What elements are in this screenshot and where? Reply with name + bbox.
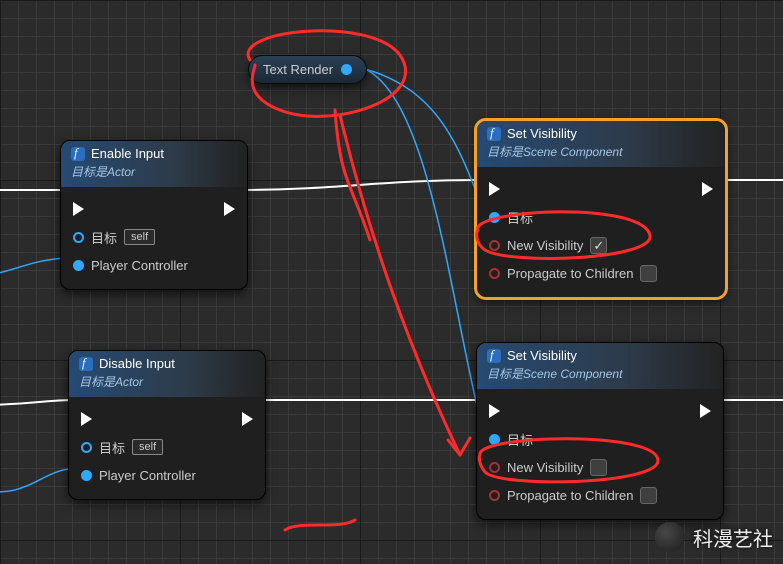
function-icon: [487, 349, 501, 363]
node-title: Set Visibility: [507, 348, 577, 363]
new-visibility-label: New Visibility: [507, 238, 583, 253]
node-header: Disable Input 目标是Actor: [69, 351, 265, 397]
node-subtitle: 目标是Actor: [79, 373, 255, 390]
new-visibility-checkbox[interactable]: [590, 237, 607, 254]
function-icon: [71, 147, 85, 161]
node-title: Enable Input: [91, 146, 164, 161]
node-body: 目标 self Player Controller: [61, 187, 247, 289]
node-body: 目标 self Player Controller: [69, 397, 265, 499]
target-label: 目标: [99, 438, 125, 457]
player-controller-pin[interactable]: [73, 260, 84, 271]
self-chip[interactable]: self: [124, 229, 155, 245]
text-render-node[interactable]: Text Render: [248, 55, 367, 84]
node-title: Disable Input: [99, 356, 175, 371]
propagate-pin[interactable]: [489, 490, 500, 501]
node-body: 目标 New Visibility Propagate to Children: [477, 167, 725, 297]
new-visibility-pin[interactable]: [489, 240, 500, 251]
exec-out-pin[interactable]: [700, 404, 711, 418]
set-visibility-bottom-node[interactable]: Set Visibility 目标是Scene Component 目标 New…: [476, 342, 724, 520]
watermark-icon: [655, 522, 685, 552]
enable-input-node[interactable]: Enable Input 目标是Actor 目标 self Player Con…: [60, 140, 248, 290]
player-controller-label: Player Controller: [99, 468, 196, 483]
new-visibility-label: New Visibility: [507, 460, 583, 475]
exec-out-pin[interactable]: [242, 412, 253, 426]
watermark-text: 科漫艺社: [693, 523, 773, 552]
new-visibility-checkbox[interactable]: [590, 459, 607, 476]
function-icon: [79, 357, 93, 371]
exec-in-pin[interactable]: [81, 412, 92, 426]
self-chip[interactable]: self: [132, 439, 163, 455]
target-pin[interactable]: [489, 434, 500, 445]
exec-in-pin[interactable]: [73, 202, 84, 216]
node-body: 目标 New Visibility Propagate to Children: [477, 389, 723, 519]
player-controller-pin[interactable]: [81, 470, 92, 481]
propagate-checkbox[interactable]: [640, 487, 657, 504]
node-subtitle: 目标是Scene Component: [487, 143, 715, 160]
exec-in-pin[interactable]: [489, 182, 500, 196]
propagate-label: Propagate to Children: [507, 266, 633, 281]
watermark: 科漫艺社: [655, 522, 773, 552]
node-subtitle: 目标是Actor: [71, 163, 237, 180]
node-title: Set Visibility: [507, 126, 577, 141]
node-header: Enable Input 目标是Actor: [61, 141, 247, 187]
exec-in-pin[interactable]: [489, 404, 500, 418]
exec-out-pin[interactable]: [224, 202, 235, 216]
propagate-label: Propagate to Children: [507, 488, 633, 503]
player-controller-label: Player Controller: [91, 258, 188, 273]
target-label: 目标: [507, 430, 533, 449]
target-pin[interactable]: [81, 442, 92, 453]
target-label: 目标: [507, 208, 533, 227]
function-icon: [487, 127, 501, 141]
propagate-checkbox[interactable]: [640, 265, 657, 282]
propagate-pin[interactable]: [489, 268, 500, 279]
text-render-output-pin[interactable]: [341, 64, 352, 75]
new-visibility-pin[interactable]: [489, 462, 500, 473]
target-pin[interactable]: [489, 212, 500, 223]
node-header: Set Visibility 目标是Scene Component: [477, 343, 723, 389]
exec-out-pin[interactable]: [702, 182, 713, 196]
target-label: 目标: [91, 228, 117, 247]
target-pin[interactable]: [73, 232, 84, 243]
text-render-label: Text Render: [263, 62, 333, 77]
set-visibility-top-node[interactable]: Set Visibility 目标是Scene Component 目标 New…: [476, 120, 726, 298]
disable-input-node[interactable]: Disable Input 目标是Actor 目标 self Player Co…: [68, 350, 266, 500]
node-subtitle: 目标是Scene Component: [487, 365, 713, 382]
node-header: Set Visibility 目标是Scene Component: [477, 121, 725, 167]
